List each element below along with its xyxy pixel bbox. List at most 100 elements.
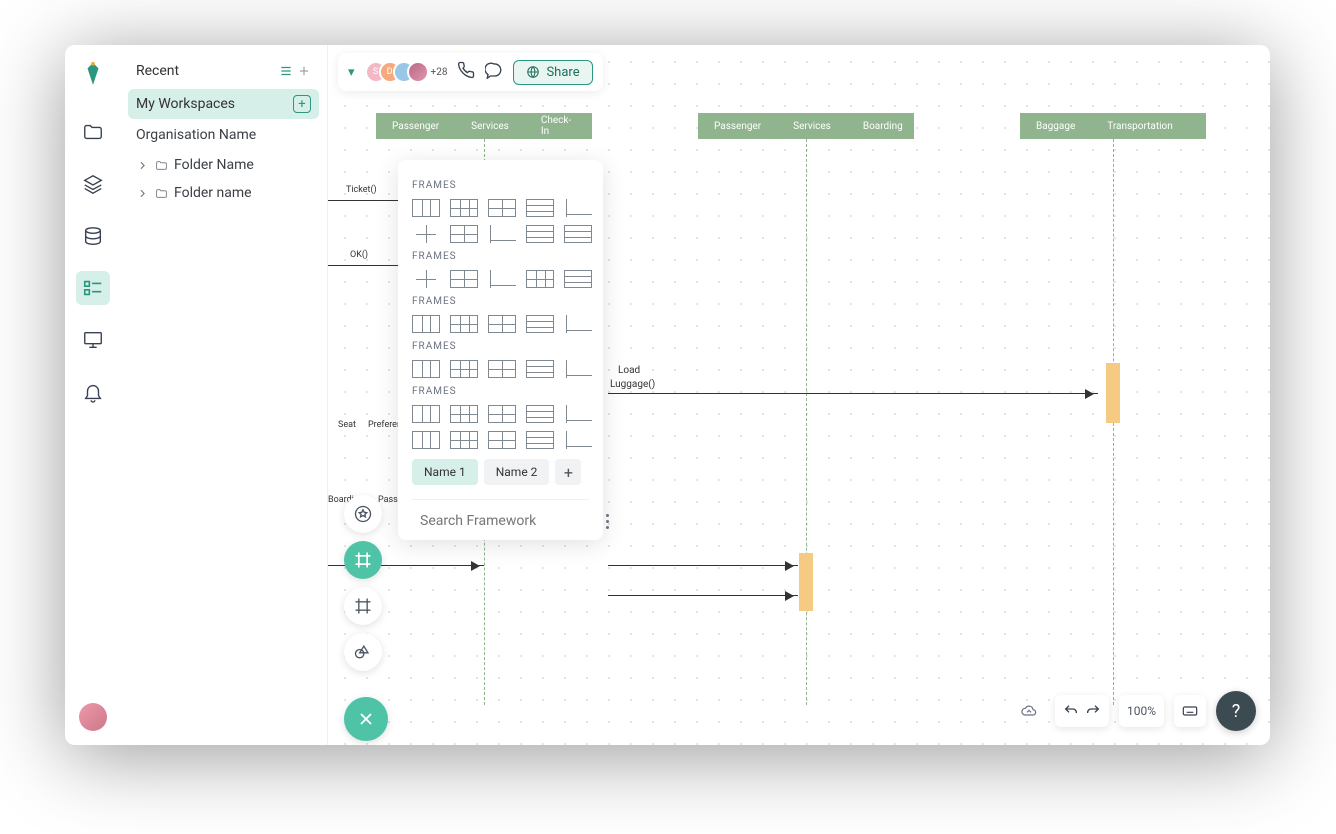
lane-group-3: BaggageTransportation [1020,113,1206,139]
frame-option[interactable] [564,199,592,217]
sidebar-my-workspaces[interactable]: My Workspaces + [128,89,319,119]
frame-option[interactable] [488,270,516,288]
canvas[interactable]: ▾ S D +28 Share PassengerServicesCheck-I… [328,45,1270,745]
frame-tool[interactable] [344,587,382,625]
frame-option[interactable] [450,199,478,217]
chevron-down-icon[interactable]: ▾ [348,65,355,80]
panel-search [412,499,589,530]
bell-icon[interactable] [76,375,110,409]
zoom-level[interactable]: 100% [1119,695,1164,727]
app-logo [82,61,104,87]
tab-name-2[interactable]: Name 2 [484,459,550,485]
collaborator-avatars[interactable]: S D +28 [365,61,448,83]
user-avatar[interactable] [79,703,107,731]
bottom-right-controls: 100% ? [1013,691,1256,731]
search-input[interactable] [420,513,598,529]
frame-option[interactable] [450,315,478,333]
frame-option[interactable] [526,270,554,288]
frame-option[interactable] [450,360,478,378]
undo-redo[interactable] [1055,695,1109,727]
frame-option[interactable] [450,270,478,288]
share-button[interactable]: Share [513,60,592,85]
layers-icon[interactable] [76,167,110,201]
help-button[interactable]: ? [1216,691,1256,731]
frame-option[interactable] [488,199,516,217]
avatar-count: +28 [431,67,448,78]
frame-option[interactable] [450,431,478,449]
frame-option[interactable] [412,431,440,449]
frames-panel: FRAMES FRAMES [398,160,603,540]
frame-option[interactable] [526,360,554,378]
plus-icon[interactable] [297,64,311,78]
section-title: FRAMES [412,296,589,307]
folder-label: Folder name [174,185,252,201]
more-icon[interactable] [606,514,609,529]
chat-icon[interactable] [485,61,503,83]
frame-tool-active[interactable] [344,541,382,579]
keyboard-icon[interactable] [1174,695,1206,727]
frame-option[interactable] [526,405,554,423]
lane-group-1: PassengerServicesCheck-In [376,113,592,139]
frame-option[interactable] [488,431,516,449]
list-icon[interactable] [76,271,110,305]
chevron-right-icon [136,187,149,200]
frame-option[interactable] [412,315,440,333]
frame-option[interactable] [564,315,592,333]
sidebar-folder-2[interactable]: Folder name [128,179,319,207]
frame-option[interactable] [564,431,592,449]
call-icon[interactable] [457,61,475,83]
add-workspace-button[interactable]: + [293,95,311,113]
frame-option[interactable] [412,225,440,243]
frame-option[interactable] [412,199,440,217]
activation-block [799,553,813,611]
star-tool[interactable] [344,495,382,533]
shapes-tool[interactable] [344,633,382,671]
sidebar-org[interactable]: Organisation Name [128,119,319,145]
cloud-sync-icon[interactable] [1013,695,1045,727]
sidebar-folder-1[interactable]: Folder Name [128,151,319,179]
frame-option[interactable] [564,360,592,378]
tab-add-button[interactable]: + [555,459,581,485]
folder-icon[interactable] [76,115,110,149]
msg-seat: Seat [338,420,356,430]
sidebar: Recent My Workspaces + Organisation Name… [120,45,328,745]
presentation-icon[interactable] [76,323,110,357]
redo-icon [1085,703,1101,719]
msg-ticket: Ticket() [346,185,377,195]
frame-option[interactable] [526,225,554,243]
tab-name-1[interactable]: Name 1 [412,459,478,485]
app-window: Recent My Workspaces + Organisation Name… [65,45,1270,745]
canvas-topbar: ▾ S D +28 Share [338,53,603,91]
frame-option[interactable] [412,270,440,288]
frame-option[interactable] [564,270,592,288]
globe-icon [526,65,540,79]
frame-option[interactable] [526,199,554,217]
frame-option[interactable] [564,225,592,243]
frame-option[interactable] [488,225,516,243]
database-icon[interactable] [76,219,110,253]
panel-tabs: Name 1 Name 2 + [412,459,589,485]
arrow [608,393,1098,394]
lane-group-2: PassengerServicesBoarding [698,113,914,139]
msg-ok: OK() [350,250,368,260]
frame-option[interactable] [488,360,516,378]
section-title: FRAMES [412,180,589,191]
arrow [608,595,798,596]
frame-option[interactable] [412,360,440,378]
frame-option[interactable] [412,405,440,423]
frame-option[interactable] [526,431,554,449]
folder-icon [155,159,168,172]
frame-option[interactable] [488,405,516,423]
undo-icon [1063,703,1079,719]
frame-option[interactable] [564,405,592,423]
list-view-icon[interactable] [279,64,293,78]
section-title: FRAMES [412,386,589,397]
frame-option[interactable] [488,315,516,333]
frame-option[interactable] [526,315,554,333]
frame-option[interactable] [450,225,478,243]
sidebar-recent[interactable]: Recent [128,57,319,85]
msg-load: Load [616,365,642,376]
frame-option[interactable] [450,405,478,423]
section-title: FRAMES [412,251,589,262]
close-button[interactable] [344,697,388,741]
